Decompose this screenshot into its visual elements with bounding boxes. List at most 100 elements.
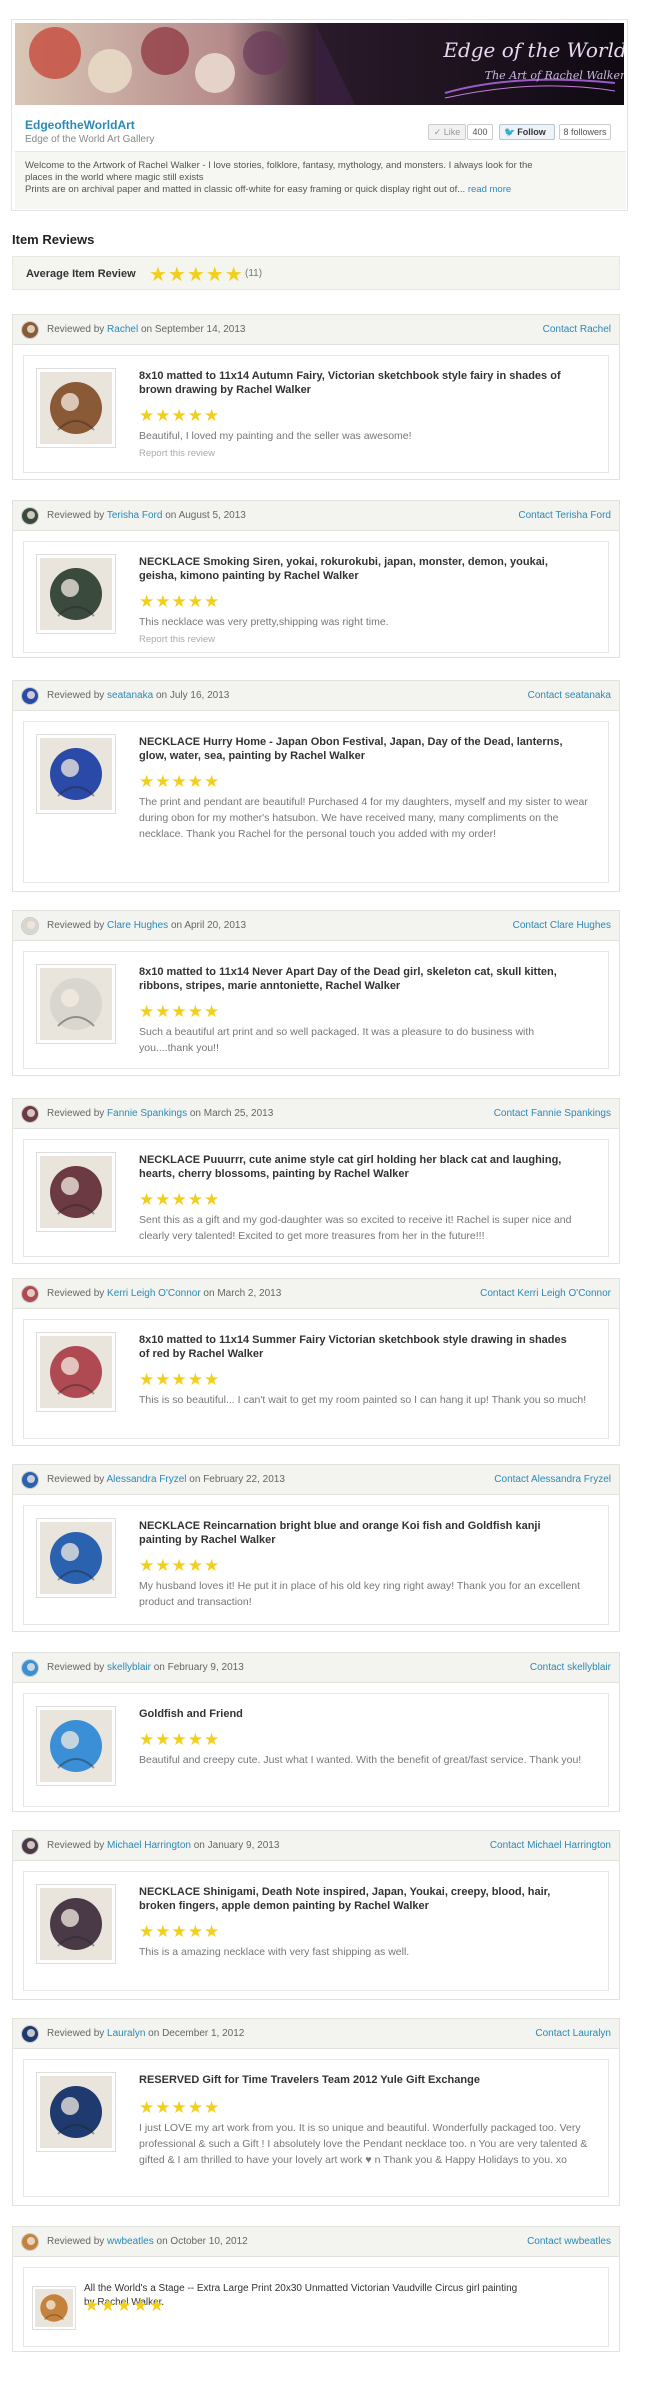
reviewer-link[interactable]: seatanaka: [107, 690, 153, 701]
announcement-line-1: Welcome to the Artwork of Rachel Walker …: [25, 160, 533, 171]
reviewer-avatar[interactable]: [21, 1659, 39, 1677]
reviewer-avatar[interactable]: [21, 1837, 39, 1855]
reviewed-by-line: Reviewed by seatanaka on July 16, 2013: [47, 690, 230, 701]
review-card: Reviewed by seatanaka on July 16, 2013 C…: [12, 680, 620, 892]
item-title-link[interactable]: NECKLACE Hurry Home - Japan Obon Festiva…: [139, 735, 579, 763]
reviewer-link[interactable]: Alessandra Fryzel: [106, 1474, 186, 1485]
contact-reviewer-link[interactable]: Contact Rachel: [543, 324, 611, 335]
item-thumbnail[interactable]: [36, 734, 116, 814]
item-title-link[interactable]: NECKLACE Smoking Siren, yokai, rokurokub…: [139, 555, 579, 583]
review-date: October 10, 2012: [170, 2236, 248, 2247]
contact-reviewer-link[interactable]: Contact Michael Harrington: [490, 1840, 611, 1851]
reviewer-avatar[interactable]: [21, 917, 39, 935]
reviewer-link[interactable]: Fannie Spankings: [107, 1108, 187, 1119]
review-header: Reviewed by Michael Harrington on Januar…: [13, 1831, 619, 1861]
review-header: Reviewed by Terisha Ford on August 5, 20…: [13, 501, 619, 531]
shop-name-link[interactable]: EdgeoftheWorldArt: [25, 118, 135, 132]
reviewer-avatar[interactable]: [21, 2025, 39, 2043]
reviewer-link[interactable]: Michael Harrington: [107, 1840, 191, 1851]
review-card: Reviewed by wwbeatles on October 10, 201…: [12, 2226, 620, 2352]
review-star-rating: ★★★★★: [84, 2296, 166, 2315]
item-thumbnail[interactable]: [36, 2072, 116, 2152]
contact-reviewer-link[interactable]: Contact Clare Hughes: [513, 920, 611, 931]
reviewed-by-line: Reviewed by Lauralyn on December 1, 2012: [47, 2028, 245, 2039]
item-title-link[interactable]: 8x10 matted to 11x14 Never Apart Day of …: [139, 965, 579, 993]
review-card: Reviewed by Kerri Leigh O'Connor on Marc…: [12, 1278, 620, 1446]
like-label: Like: [443, 127, 461, 137]
review-text: This necklace was very pretty,shipping w…: [139, 616, 389, 628]
reviewed-by-line: Reviewed by Clare Hughes on April 20, 20…: [47, 920, 247, 931]
item-reviews-heading: Item Reviews: [12, 232, 95, 247]
read-more-link[interactable]: read more: [468, 184, 511, 195]
item-title-link[interactable]: RESERVED Gift for Time Travelers Team 20…: [139, 2073, 579, 2087]
report-review-link[interactable]: Report this review: [139, 448, 215, 459]
banner-artwork: Edge of the World The Art of Rachel Walk…: [15, 23, 624, 105]
contact-reviewer-link[interactable]: Contact seatanaka: [528, 690, 611, 701]
item-title-link[interactable]: Goldfish and Friend: [139, 1707, 579, 1721]
reviewer-link[interactable]: Lauralyn: [107, 2028, 145, 2039]
contact-reviewer-link[interactable]: Contact Fannie Spankings: [494, 1108, 611, 1119]
item-title-link[interactable]: NECKLACE Shinigami, Death Note inspired,…: [139, 1885, 579, 1913]
review-date: December 1, 2012: [162, 2028, 245, 2039]
reviewer-avatar[interactable]: [21, 1105, 39, 1123]
reviewer-avatar[interactable]: [21, 321, 39, 339]
item-title-link[interactable]: NECKLACE Puuurrr, cute anime style cat g…: [139, 1153, 579, 1181]
review-body: NECKLACE Hurry Home - Japan Obon Festiva…: [23, 721, 609, 883]
review-date: July 16, 2013: [169, 690, 230, 701]
item-thumbnail[interactable]: [32, 2286, 76, 2330]
review-date: April 20, 2013: [184, 920, 247, 931]
review-card: Reviewed by Terisha Ford on August 5, 20…: [12, 500, 620, 658]
reviewer-avatar[interactable]: [21, 687, 39, 705]
reviewer-link[interactable]: Terisha Ford: [107, 510, 163, 521]
reviewer-link[interactable]: Clare Hughes: [107, 920, 168, 931]
review-star-rating: ★★★★★: [139, 1002, 221, 1021]
review-header: Reviewed by Lauralyn on December 1, 2012…: [13, 2019, 619, 2049]
review-body: RESERVED Gift for Time Travelers Team 20…: [23, 2059, 609, 2197]
review-body: 8x10 matted to 11x14 Summer Fairy Victor…: [23, 1319, 609, 1439]
reviewer-link[interactable]: skellyblair: [107, 1662, 151, 1673]
item-thumbnail[interactable]: [36, 1884, 116, 1964]
like-button[interactable]: ✓ Like: [428, 124, 466, 140]
reviewer-avatar[interactable]: [21, 1471, 39, 1489]
review-header: Reviewed by Kerri Leigh O'Connor on Marc…: [13, 1279, 619, 1309]
reviewer-link[interactable]: Rachel: [107, 324, 138, 335]
item-title-link[interactable]: NECKLACE Reincarnation bright blue and o…: [139, 1519, 579, 1547]
shop-banner[interactable]: Edge of the World The Art of Rachel Walk…: [15, 23, 624, 105]
review-date: September 14, 2013: [154, 324, 246, 335]
reviewer-link[interactable]: Kerri Leigh O'Connor: [107, 1288, 201, 1299]
twitter-follow-button[interactable]: 🐦 Follow: [499, 124, 555, 140]
reviewer-avatar[interactable]: [21, 507, 39, 525]
item-thumbnail[interactable]: [36, 1332, 116, 1412]
review-header: Reviewed by Rachel on September 14, 2013…: [13, 315, 619, 345]
review-date: February 22, 2013: [203, 1474, 285, 1485]
reviewed-by-line: Reviewed by Kerri Leigh O'Connor on Marc…: [47, 1288, 282, 1299]
reviewer-avatar[interactable]: [21, 2233, 39, 2251]
item-title-link[interactable]: 8x10 matted to 11x14 Summer Fairy Victor…: [139, 1333, 579, 1361]
item-thumbnail[interactable]: [36, 368, 116, 448]
average-star-rating: ★★★★★: [149, 264, 244, 286]
reviewer-link[interactable]: wwbeatles: [107, 2236, 154, 2247]
item-thumbnail[interactable]: [36, 1706, 116, 1786]
announcement-line-2: places in the world where magic still ex…: [25, 172, 204, 183]
item-thumbnail[interactable]: [36, 1518, 116, 1598]
item-title-link[interactable]: 8x10 matted to 11x14 Autumn Fairy, Victo…: [139, 369, 579, 397]
review-text: Beautiful, I loved my painting and the s…: [139, 430, 412, 442]
review-star-rating: ★★★★★: [139, 1922, 221, 1941]
report-review-link[interactable]: Report this review: [139, 634, 215, 645]
review-header: Reviewed by wwbeatles on October 10, 201…: [13, 2227, 619, 2257]
banner-title: Edge of the World: [442, 38, 624, 62]
contact-reviewer-link[interactable]: Contact skellyblair: [530, 1662, 611, 1673]
review-star-rating: ★★★★★: [139, 1556, 221, 1575]
item-thumbnail[interactable]: [36, 1152, 116, 1232]
review-body: All the World's a Stage -- Extra Large P…: [23, 2267, 609, 2347]
reviewer-avatar[interactable]: [21, 1285, 39, 1303]
item-thumbnail[interactable]: [36, 554, 116, 634]
contact-reviewer-link[interactable]: Contact wwbeatles: [527, 2236, 611, 2247]
twitter-bird-icon: 🐦: [504, 127, 516, 137]
item-thumbnail[interactable]: [36, 964, 116, 1044]
announcement-line-3: Prints are on archival paper and matted …: [25, 184, 466, 195]
contact-reviewer-link[interactable]: Contact Lauralyn: [535, 2028, 611, 2039]
contact-reviewer-link[interactable]: Contact Alessandra Fryzel: [494, 1474, 611, 1485]
contact-reviewer-link[interactable]: Contact Kerri Leigh O'Connor: [480, 1288, 611, 1299]
contact-reviewer-link[interactable]: Contact Terisha Ford: [518, 510, 611, 521]
